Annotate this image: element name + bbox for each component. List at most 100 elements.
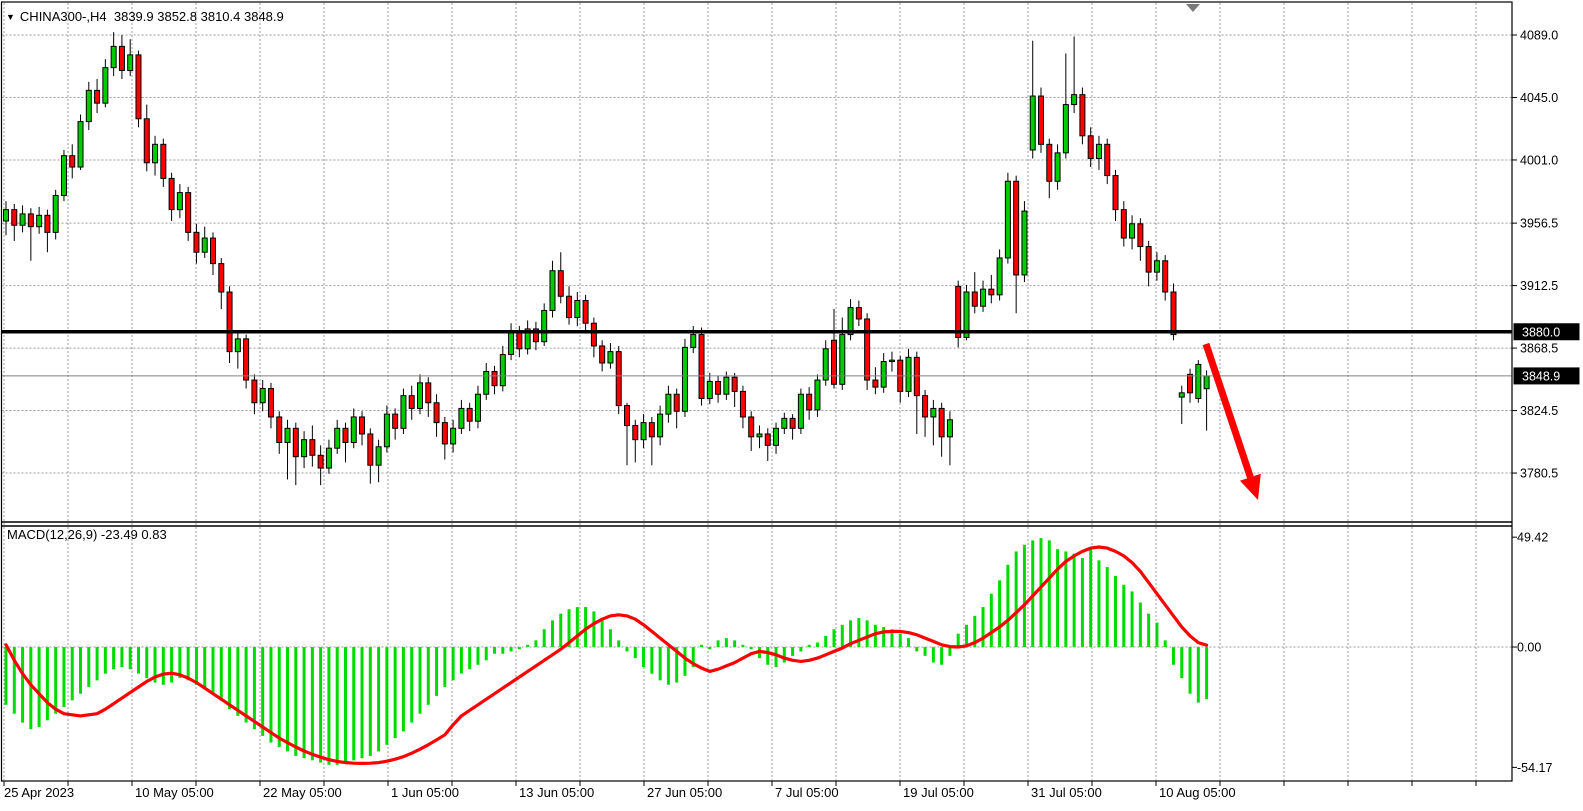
bull-candle <box>500 354 505 385</box>
macd-bar <box>394 647 397 738</box>
bear-candle <box>227 292 232 352</box>
macd-bar <box>1006 565 1009 647</box>
macd-bar <box>1048 540 1051 647</box>
macd-bar <box>1023 545 1026 647</box>
macd-bar <box>510 647 513 651</box>
macd-bar <box>327 647 330 765</box>
bear-candle <box>186 193 191 233</box>
bear-candle <box>1188 374 1193 392</box>
macd-bar <box>1056 549 1059 647</box>
bull-candle <box>351 417 356 443</box>
chart-legend: ▼CHINA300-,H4 3839.9 3852.8 3810.4 3848.… <box>6 9 284 24</box>
macd-bar <box>733 640 736 647</box>
bull-candle <box>724 377 729 394</box>
macd-bar <box>609 629 612 647</box>
bear-candle <box>310 440 315 456</box>
macd-bar <box>957 634 960 647</box>
macd-bar <box>236 647 239 716</box>
macd-bar <box>750 647 753 649</box>
bull-candle <box>37 215 42 226</box>
bear-candle <box>583 301 588 324</box>
bear-candle <box>28 214 33 227</box>
bull-candle <box>260 389 265 403</box>
macd-bar <box>1106 567 1109 647</box>
bear-candle <box>856 308 861 319</box>
macd-axis-label: 49.42 <box>1517 531 1548 545</box>
macd-bar <box>940 647 943 665</box>
macd-bar <box>766 647 769 665</box>
bull-candle <box>1130 224 1135 238</box>
bull-candle <box>20 214 25 225</box>
bull-candle <box>401 396 406 429</box>
bull-candle <box>815 380 820 410</box>
bear-candle <box>1088 136 1093 159</box>
macd-bar <box>344 647 347 763</box>
bid-price-tag-label: 3848.9 <box>1522 369 1560 383</box>
bull-candle <box>1055 153 1060 181</box>
bear-candle <box>914 357 919 395</box>
macd-bar <box>808 645 811 647</box>
price-axis-label: 4089.0 <box>1520 29 1558 43</box>
bear-candle <box>119 46 124 70</box>
bull-candle <box>947 420 952 437</box>
macd-bar <box>982 607 985 647</box>
macd-bar <box>435 647 438 696</box>
bull-candle <box>1022 211 1027 275</box>
macd-bar <box>576 607 579 647</box>
macd-bar <box>1073 554 1076 647</box>
bull-candle <box>782 418 787 428</box>
bull-candle <box>798 394 803 428</box>
macd-bar <box>402 647 405 731</box>
bear-candle <box>277 417 282 443</box>
bull-candle <box>177 193 182 210</box>
bear-candle <box>591 323 596 346</box>
bull-candle <box>78 122 83 167</box>
price-axis-label: 3824.5 <box>1520 404 1558 418</box>
bull-candle <box>86 90 91 121</box>
macd-bar <box>965 625 968 647</box>
price-axis-label: 3868.5 <box>1520 342 1558 356</box>
bear-candle <box>625 406 630 426</box>
macd-bar <box>708 647 711 649</box>
macd-bar <box>220 647 223 700</box>
macd-bar <box>303 647 306 758</box>
bear-candle <box>45 215 50 232</box>
bear-candle <box>1113 176 1118 210</box>
bear-candle <box>939 408 944 436</box>
bear-candle <box>144 119 149 163</box>
macd-bar <box>932 647 935 663</box>
bull-candle <box>61 156 66 196</box>
bull-candle <box>682 347 687 411</box>
chart-canvas[interactable]: 4089.04045.04001.03956.53912.53868.53824… <box>0 0 1583 811</box>
macd-bar <box>21 647 24 723</box>
symbol-marker-icon: ▼ <box>6 12 15 22</box>
bear-candle <box>923 396 928 417</box>
macd-axis-label: 0.00 <box>1517 641 1541 655</box>
time-axis-label: 7 Jul 05:00 <box>775 785 839 800</box>
bear-candle <box>558 271 563 297</box>
macd-bar <box>369 647 372 756</box>
macd-bar <box>212 647 215 694</box>
macd-bar <box>948 647 951 656</box>
bull-candle <box>840 335 845 385</box>
macd-bar <box>874 625 877 647</box>
macd-bar <box>104 647 107 674</box>
bear-candle <box>1047 144 1052 181</box>
bear-candle <box>161 144 166 178</box>
bear-candle <box>765 434 770 445</box>
bull-candle <box>608 352 613 363</box>
bear-candle <box>194 232 199 252</box>
bull-candle <box>326 448 331 468</box>
macd-bar <box>634 647 637 658</box>
macd-bar <box>79 647 82 694</box>
bear-candle <box>169 178 174 209</box>
time-axis-label: 1 Jun 05:00 <box>391 785 459 800</box>
macd-bar <box>96 647 99 680</box>
macd-bar <box>112 647 115 669</box>
bear-candle <box>70 156 75 167</box>
macd-bar <box>700 645 703 647</box>
bear-candle <box>409 396 414 409</box>
macd-bar <box>617 640 620 647</box>
macd-bar <box>195 647 198 685</box>
price-axis-label: 4001.0 <box>1520 153 1558 167</box>
